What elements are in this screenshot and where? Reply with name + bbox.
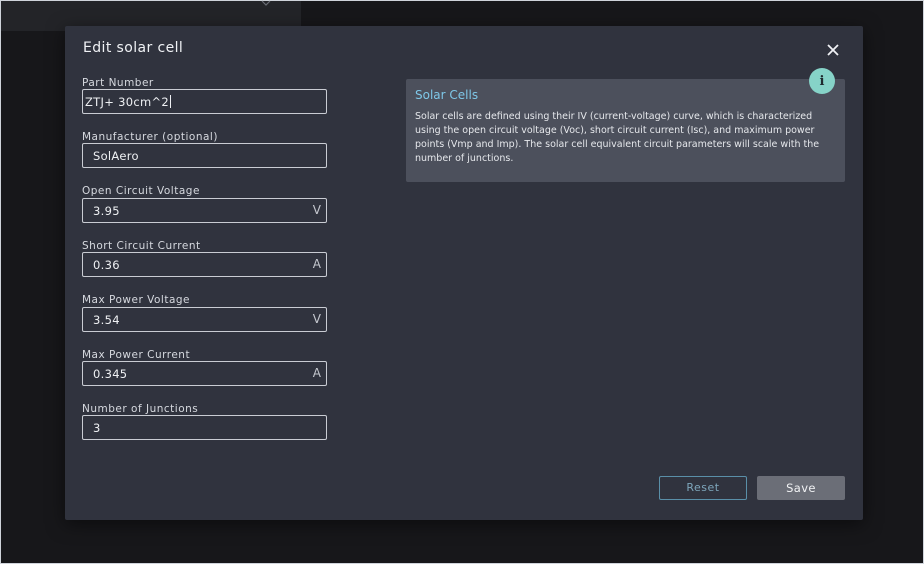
open-circuit-voltage-label: Open Circuit Voltage (82, 185, 200, 197)
info-icon: i (809, 68, 835, 94)
save-button[interactable]: Save (757, 476, 845, 500)
reset-button[interactable]: Reset (659, 476, 747, 500)
part-number-value: ZTJ+ 30cm^2 (85, 95, 171, 109)
number-of-junctions-value: 3 (93, 421, 101, 435)
text-cursor (170, 95, 171, 108)
max-power-current-label: Max Power Current (82, 349, 191, 361)
max-power-voltage-input[interactable]: 3.54 V (82, 307, 327, 332)
close-icon[interactable] (825, 42, 841, 58)
short-circuit-current-input[interactable]: 0.36 A (82, 252, 327, 277)
number-of-junctions-input[interactable]: 3 (82, 415, 327, 440)
solar-cells-info-card: Solar Cells Solar cells are defined usin… (406, 79, 845, 182)
chevron-down-icon (261, 0, 271, 6)
amps-unit: A (312, 257, 321, 271)
edit-solar-cell-dialog: Edit solar cell Part Number ZTJ+ 30cm^2 … (65, 26, 863, 520)
dialog-title: Edit solar cell (83, 40, 184, 56)
number-of-junctions-label: Number of Junctions (82, 403, 199, 415)
max-power-voltage-value: 3.54 (93, 313, 120, 327)
manufacturer-value: SolAero (93, 149, 139, 163)
short-circuit-current-label: Short Circuit Current (82, 240, 201, 252)
short-circuit-current-value: 0.36 (93, 258, 120, 272)
max-power-current-input[interactable]: 0.345 A (82, 361, 327, 386)
info-card-title: Solar Cells (415, 88, 479, 102)
amps-unit: A (312, 366, 321, 380)
max-power-voltage-label: Max Power Voltage (82, 294, 191, 306)
open-circuit-voltage-value: 3.95 (93, 204, 120, 218)
part-number-label: Part Number (82, 77, 154, 89)
max-power-current-value: 0.345 (93, 367, 128, 381)
volts-unit: V (312, 203, 321, 217)
manufacturer-input[interactable]: SolAero (82, 143, 327, 168)
manufacturer-label: Manufacturer (optional) (82, 131, 218, 143)
info-card-text: Solar cells are defined using their IV (… (415, 111, 820, 164)
open-circuit-voltage-input[interactable]: 3.95 V (82, 198, 327, 223)
volts-unit: V (312, 312, 321, 326)
part-number-input[interactable]: ZTJ+ 30cm^2 (82, 89, 327, 114)
